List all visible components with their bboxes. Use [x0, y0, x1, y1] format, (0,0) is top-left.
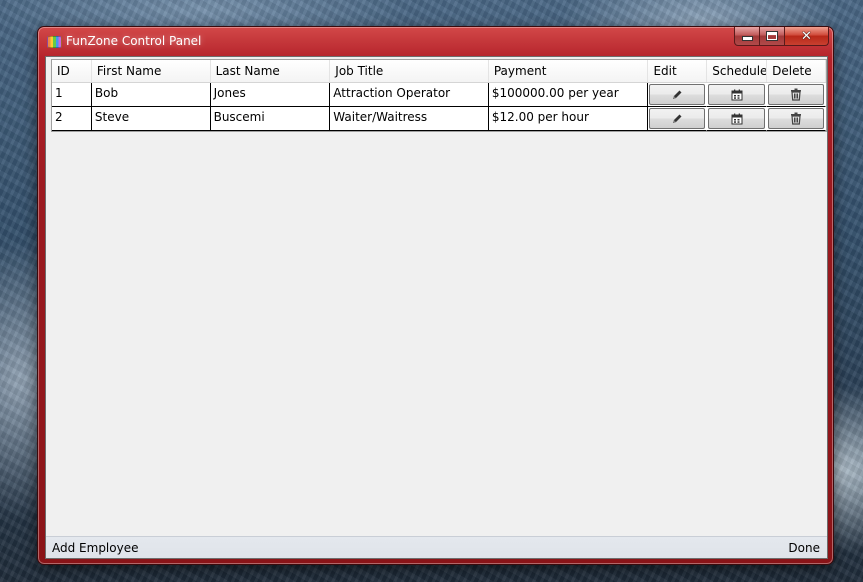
window-title: FunZone Control Panel — [66, 34, 202, 48]
pencil-icon — [673, 114, 682, 123]
done-button[interactable]: Done — [788, 541, 820, 555]
column-header-edit[interactable]: Edit — [648, 60, 708, 82]
edit-button[interactable] — [649, 84, 706, 105]
app-icon — [47, 36, 62, 48]
cell-schedule — [707, 107, 768, 131]
schedule-button[interactable] — [708, 84, 766, 105]
cell-last-name[interactable]: Jones — [210, 83, 331, 107]
pencil-icon — [673, 90, 682, 99]
cell-delete — [767, 83, 826, 107]
column-header-last-name[interactable]: Last Name — [211, 60, 331, 82]
status-bar: Add Employee Done — [46, 536, 827, 558]
column-header-first-name[interactable]: First Name — [92, 60, 211, 82]
calendar-icon — [731, 113, 743, 124]
cell-first-name[interactable]: Steve — [91, 107, 211, 131]
close-button[interactable]: ✕ — [785, 27, 829, 46]
calendar-icon — [731, 89, 743, 100]
edit-button[interactable] — [649, 108, 706, 129]
minimize-button[interactable] — [734, 27, 760, 46]
trash-icon — [791, 112, 802, 125]
delete-button[interactable] — [768, 84, 824, 105]
column-header-job-title[interactable]: Job Title — [330, 60, 489, 82]
table-row[interactable]: 2 Steve Buscemi Waiter/Waitress $12.00 p… — [52, 107, 826, 131]
maximize-button[interactable] — [760, 27, 785, 46]
employee-table: ID First Name Last Name Job Title Paymen… — [51, 59, 827, 132]
caption-buttons: ✕ — [734, 27, 829, 46]
cell-id[interactable]: 1 — [52, 83, 92, 107]
cell-payment[interactable]: $12.00 per hour — [488, 107, 649, 131]
cell-job-title[interactable]: Attraction Operator — [330, 83, 489, 107]
app-window: FunZone Control Panel ✕ ID First Name La… — [37, 26, 834, 565]
cell-edit — [648, 83, 708, 107]
column-header-schedule[interactable]: Schedule — [707, 60, 768, 82]
maximize-icon — [767, 32, 777, 40]
add-employee-button[interactable]: Add Employee — [52, 541, 138, 555]
table-header: ID First Name Last Name Job Title Paymen… — [52, 60, 827, 83]
cell-job-title[interactable]: Waiter/Waitress — [330, 107, 489, 131]
cell-edit — [648, 107, 708, 131]
table-row[interactable]: 1 Bob Jones Attraction Operator $100000.… — [52, 83, 826, 107]
column-header-delete[interactable]: Delete — [767, 60, 827, 82]
cell-id[interactable]: 2 — [52, 107, 92, 131]
close-icon: ✕ — [801, 28, 812, 44]
column-header-payment[interactable]: Payment — [489, 60, 649, 82]
delete-button[interactable] — [768, 108, 824, 129]
cell-first-name[interactable]: Bob — [91, 83, 211, 107]
cell-delete — [767, 107, 826, 131]
schedule-button[interactable] — [708, 108, 766, 129]
column-header-id[interactable]: ID — [52, 60, 92, 82]
cell-schedule — [707, 83, 768, 107]
trash-icon — [791, 88, 802, 101]
title-bar[interactable]: FunZone Control Panel ✕ — [38, 27, 833, 57]
client-area: ID First Name Last Name Job Title Paymen… — [45, 56, 828, 559]
cell-payment[interactable]: $100000.00 per year — [488, 83, 649, 107]
minimize-icon — [742, 37, 752, 40]
cell-last-name[interactable]: Buscemi — [210, 107, 331, 131]
